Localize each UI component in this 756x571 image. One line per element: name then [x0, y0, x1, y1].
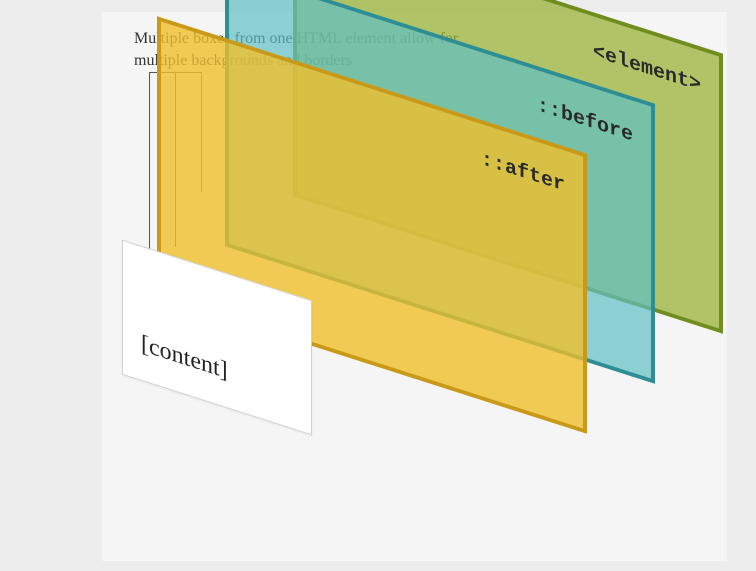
layer-content-label: [content]: [141, 331, 228, 386]
